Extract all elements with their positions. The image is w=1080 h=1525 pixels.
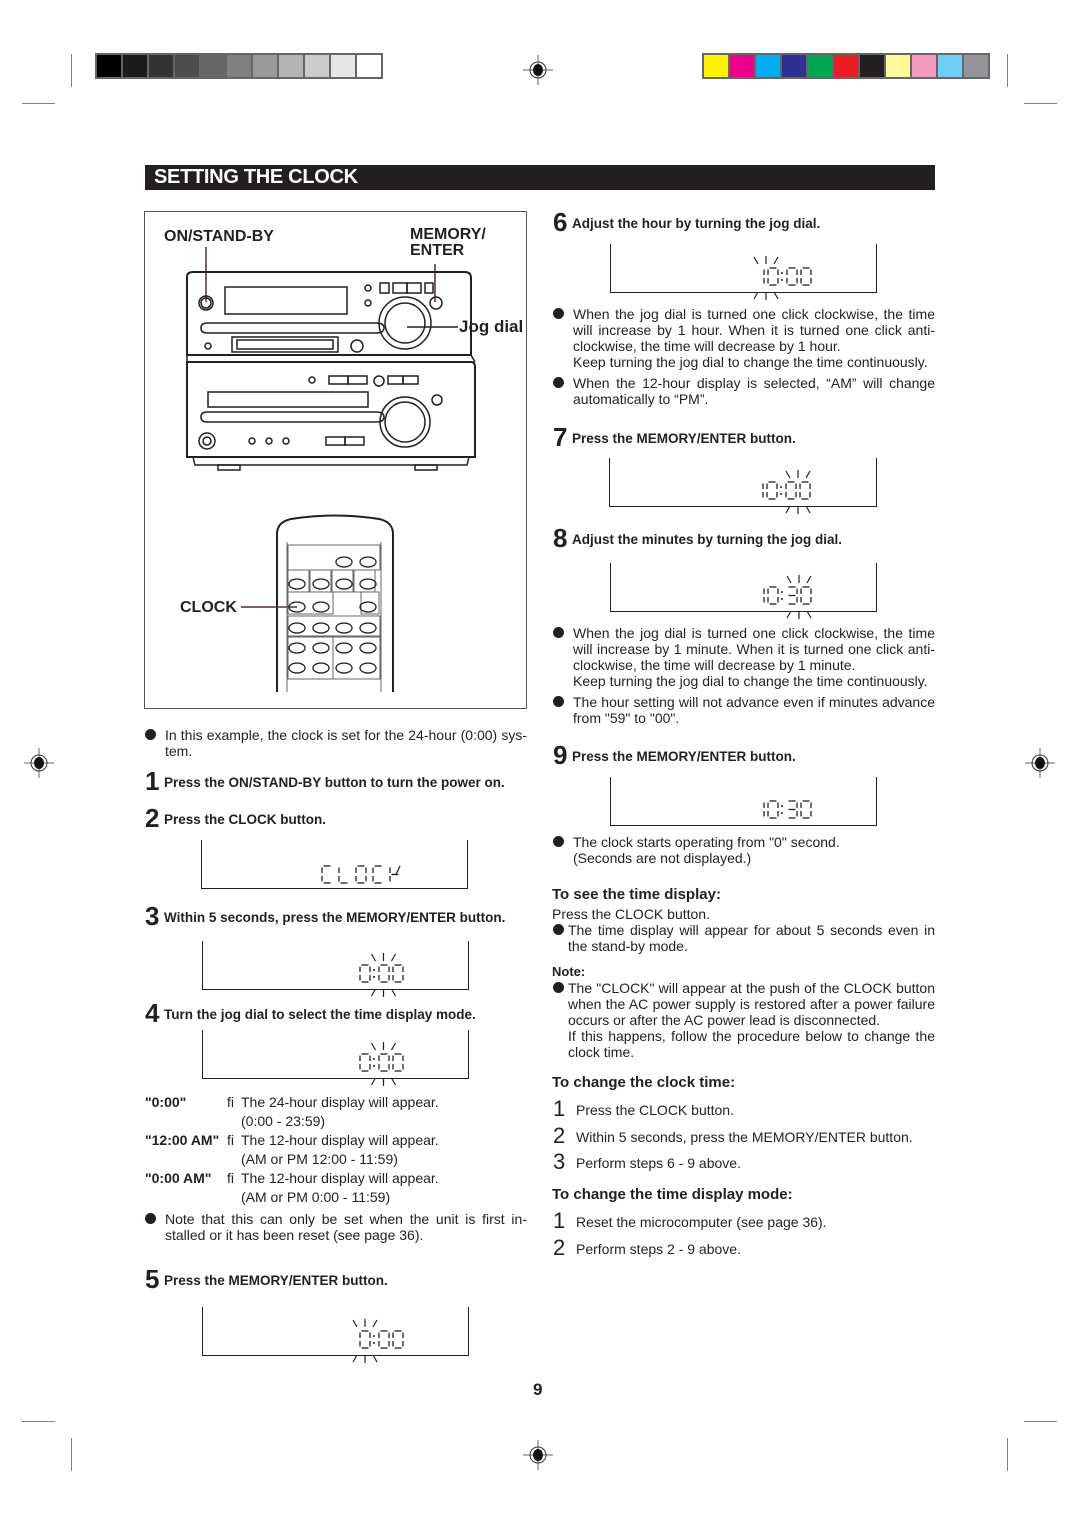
lcd-readout <box>321 865 401 884</box>
crop-mark <box>1024 103 1057 104</box>
registration-mark-icon <box>523 55 553 85</box>
crop-mark <box>22 103 55 104</box>
color-swatch <box>149 55 173 77</box>
change-mode-heading: To change the time display mode: <box>552 1186 793 1203</box>
color-swatch <box>97 55 121 77</box>
gray-color-bar <box>95 53 383 79</box>
lcd-readout <box>359 1042 404 1086</box>
display-mode-12h-000: "0:00 AM" fi The 12-hour display will ap… <box>145 1170 439 1205</box>
bullet-icon <box>553 308 564 319</box>
bullet-icon <box>553 982 564 993</box>
crop-mark <box>71 54 72 87</box>
color-swatch <box>279 55 303 77</box>
color-swatch <box>175 55 199 77</box>
color-swatch <box>123 55 147 77</box>
section-title-bar: SETTING THE CLOCK <box>145 165 935 190</box>
lcd-display-step8 <box>610 563 877 619</box>
bullet-icon <box>145 729 156 740</box>
crop-mark <box>71 1438 72 1471</box>
change-clock-heading: To change the clock time: <box>552 1074 736 1091</box>
device-illustration-box: ON/STAND-BY MEMORY/ ENTER Jog dial CLOCK <box>144 211 527 709</box>
lcd-display-step4 <box>202 1030 469 1086</box>
remote-control-illustration <box>241 514 394 692</box>
color-swatch <box>704 55 728 77</box>
color-swatch <box>227 55 251 77</box>
color-swatch <box>808 55 832 77</box>
bullet-icon <box>553 924 564 935</box>
color-swatch <box>964 55 988 77</box>
see-time-heading: To see the time display: <box>552 886 721 903</box>
registration-mark-icon <box>24 748 54 778</box>
crop-mark <box>22 1421 55 1422</box>
lcd-readout <box>352 1319 404 1363</box>
crop-mark <box>1024 1421 1057 1422</box>
registration-mark-icon <box>1025 748 1055 778</box>
bullet-icon <box>145 1213 156 1224</box>
lcd-readout <box>753 256 812 300</box>
bullet-icon <box>553 696 564 707</box>
lcd-readout <box>763 575 812 619</box>
page-number: 9 <box>533 1380 543 1399</box>
color-swatch <box>782 55 806 77</box>
color-swatch <box>331 55 355 77</box>
crop-mark <box>1007 54 1008 87</box>
color-swatch <box>938 55 962 77</box>
color-swatch <box>912 55 936 77</box>
bullet-icon <box>553 836 564 847</box>
page-title: SETTING THE CLOCK <box>154 166 358 188</box>
bullet-icon <box>553 627 564 638</box>
lcd-display-step6 <box>610 244 877 300</box>
color-swatch <box>201 55 225 77</box>
lcd-display-step7 <box>609 458 877 514</box>
color-swatch <box>305 55 329 77</box>
display-mode-24h: "0:00" fi The 24-hour display will appea… <box>145 1094 439 1129</box>
color-swatch <box>860 55 884 77</box>
lcd-readout <box>763 800 812 819</box>
lcd-readout <box>359 953 404 997</box>
see-time-line: Press the CLOCK button. <box>552 906 710 922</box>
crop-mark <box>1007 1438 1008 1471</box>
lcd-display-step5 <box>202 1307 469 1363</box>
display-mode-12h-1200: "12:00 AM" fi The 12-hour display will a… <box>145 1132 439 1167</box>
color-swatch <box>756 55 780 77</box>
lcd-display-step9 <box>610 777 877 826</box>
color-bar <box>702 53 990 79</box>
color-swatch <box>834 55 858 77</box>
lcd-readout <box>762 470 811 514</box>
color-swatch <box>357 55 381 77</box>
color-swatch <box>253 55 277 77</box>
note-heading: Note: <box>552 964 586 979</box>
color-swatch <box>886 55 910 77</box>
bullet-icon <box>553 377 564 388</box>
registration-mark-icon <box>523 1440 553 1470</box>
lcd-display-clock <box>201 840 468 889</box>
lcd-display-step3 <box>202 941 469 997</box>
color-swatch <box>730 55 754 77</box>
